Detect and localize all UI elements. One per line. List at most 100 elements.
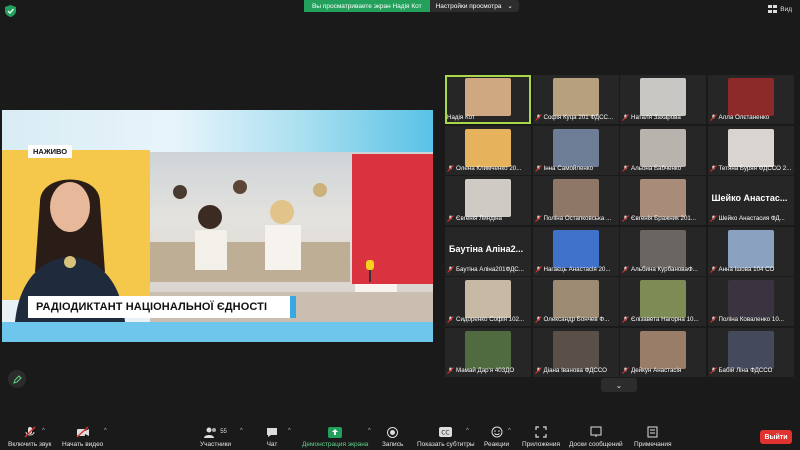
whiteboards-label: Доски сообщений xyxy=(569,441,623,448)
video-options-caret[interactable]: ^ xyxy=(104,428,107,434)
participant-tile[interactable]: Поліна Остапковська ... xyxy=(532,176,619,225)
share-screen-icon xyxy=(328,426,343,438)
share-screen-label: Демонстрация экрана xyxy=(302,441,369,448)
shield-icon[interactable] xyxy=(5,5,16,17)
muted-mic-icon xyxy=(622,164,629,172)
participant-tile[interactable]: Олена Климченко 20... xyxy=(445,125,531,175)
participant-tile[interactable]: Анна Ішова 104 СО xyxy=(707,226,794,276)
view-button[interactable]: Вид xyxy=(768,5,792,13)
share-screen-button[interactable]: Демонстрация экрана xyxy=(302,426,368,448)
participants-icon xyxy=(204,427,217,438)
participant-name: Наталя Захарова xyxy=(631,114,681,121)
chat-button[interactable]: Чат xyxy=(266,426,278,448)
participant-tile[interactable]: Дейкун Анастасія xyxy=(620,327,706,377)
participant-tile[interactable]: Поліна Коваленко 10... xyxy=(707,277,794,326)
apps-button[interactable]: Приложения xyxy=(522,426,560,448)
participant-name-label: Дейкун Анастасія xyxy=(622,366,681,375)
notes-button[interactable]: Примечания xyxy=(634,426,672,448)
participant-video xyxy=(727,280,774,318)
participant-name: Альона Бабченко xyxy=(631,164,682,172)
broadcast-title-bar: РАДІОДИКТАНТ НАЦІОНАЛЬНОЇ ЄДНОСТІ xyxy=(28,296,296,318)
view-label: Вид xyxy=(780,5,792,13)
participant-tile[interactable]: Софія Куца 201 ФДСС... xyxy=(532,75,619,124)
start-video-button[interactable]: Начать видео xyxy=(62,426,103,448)
participant-tile[interactable]: Діана Іванова ФДССО xyxy=(532,327,619,377)
participant-video xyxy=(640,78,686,116)
muted-mic-icon xyxy=(709,215,717,222)
annotate-button[interactable] xyxy=(8,370,26,388)
participants-label: Участники xyxy=(200,441,232,448)
participant-tile[interactable]: Бабій Ліна ФДССО xyxy=(707,327,794,377)
participant-tile[interactable]: Інна Самойленко xyxy=(532,125,619,175)
share-options-caret[interactable]: ^ xyxy=(368,428,371,434)
participant-tile[interactable]: Сидоренко Софія 102... xyxy=(445,277,531,326)
svg-text:CC: CC xyxy=(441,430,449,437)
participant-tile[interactable]: Наталя Захарова xyxy=(620,75,706,124)
unmute-label: Включить звук xyxy=(8,441,52,448)
participant-name: Поліна Остапковська ... xyxy=(543,215,612,222)
participant-name-label: Поліна Коваленко 10... xyxy=(709,315,784,324)
participant-name: Єлізавета Нагорна 10... xyxy=(631,316,699,323)
muted-mic-icon xyxy=(709,164,717,172)
participant-tile[interactable]: Мамай Дар'я 403ДО xyxy=(445,327,531,377)
participant-tile[interactable]: Нагаєць Анастасія 20... xyxy=(532,226,619,276)
participant-video xyxy=(727,330,774,369)
participant-tile[interactable]: Альона Бабченко xyxy=(620,125,706,175)
reactions-icon xyxy=(491,426,503,438)
record-label: Запись xyxy=(382,441,404,448)
shared-screen-footer xyxy=(2,322,433,342)
participant-name-label: Шейко Анастасия ФД... xyxy=(709,214,785,223)
participant-tile[interactable]: Шейко Анастас... Шейко Анастасия ФД... xyxy=(707,176,794,225)
view-options-label: Настройки просмотра xyxy=(435,2,502,10)
participant-name: Надія Кот xyxy=(447,114,475,121)
chat-options-caret[interactable]: ^ xyxy=(288,428,291,434)
participant-name-label: Олександр Бончев Ф... xyxy=(534,315,609,324)
participant-video xyxy=(727,229,774,268)
muted-mic-icon xyxy=(534,114,542,121)
participant-tile[interactable]: Надія Кот xyxy=(445,75,531,124)
muted-mic-icon xyxy=(534,164,542,172)
participant-tile[interactable]: Баутіна Аліна2... Баутіна Аліна201ФДС... xyxy=(445,226,531,276)
view-options-button[interactable]: Настройки просмотра ⌄ xyxy=(429,0,519,12)
participant-tile[interactable]: Євгенія Бражник 201... xyxy=(620,176,706,225)
participants-button[interactable]: 55 Участники xyxy=(200,426,231,448)
muted-mic-icon xyxy=(447,316,454,323)
participants-options-caret[interactable]: ^ xyxy=(240,428,243,434)
participant-display-name: Баутіна Аліна2... xyxy=(449,243,524,254)
participant-name-label: Мамай Дар'я 403ДО xyxy=(447,366,514,375)
leave-meeting-button[interactable]: Выйти xyxy=(760,430,792,444)
reactions-options-caret[interactable]: ^ xyxy=(508,428,511,434)
chevron-down-icon: ⌄ xyxy=(615,380,623,390)
participant-name: Дейкун Анастасія xyxy=(631,366,682,374)
participant-tile[interactable]: Алла Олєтаненко xyxy=(707,75,794,124)
participant-tile[interactable]: Єлізавета Нагорна 10... xyxy=(620,277,706,326)
muted-mic-icon xyxy=(534,265,542,273)
participant-name-label: Єлізавета Нагорна 10... xyxy=(622,315,699,324)
muted-mic-icon xyxy=(622,366,629,374)
microphone-icon xyxy=(366,260,374,282)
participant-name-label: Алла Олєтаненко xyxy=(709,113,769,122)
reactions-button[interactable]: Реакции xyxy=(484,426,509,448)
participant-tile[interactable]: Олександр Бончев Ф... xyxy=(532,277,619,326)
muted-mic-icon xyxy=(534,215,542,222)
participant-tile[interactable]: Євгенія Линдіна xyxy=(445,176,531,225)
notes-label: Примечания xyxy=(634,441,672,448)
muted-mic-icon xyxy=(447,215,454,222)
participant-tile[interactable]: Альбина КурбановаФ... xyxy=(620,226,706,276)
participant-tile[interactable]: Тетяна Буряя ФДССО 2... xyxy=(707,125,794,175)
participant-name: Євгенія Бражник 201... xyxy=(631,215,697,222)
whiteboards-button[interactable]: Доски сообщений xyxy=(569,426,623,448)
participant-gallery: Надія Кот Софія Куца 201 ФДСС... Наталя За… xyxy=(445,75,794,377)
participant-name: Поліна Коваленко 10... xyxy=(718,316,784,323)
participant-video xyxy=(552,330,599,369)
participant-video xyxy=(465,330,511,369)
audio-options-caret[interactable]: ^ xyxy=(42,428,45,434)
record-button[interactable]: Запись xyxy=(382,426,403,448)
participant-name: Шейко Анастасия ФД... xyxy=(718,215,785,222)
closed-captions-icon: CC xyxy=(439,427,453,437)
captions-options-caret[interactable]: ^ xyxy=(466,428,469,434)
participant-video xyxy=(640,179,686,217)
gallery-next-page-button[interactable]: ⌄ xyxy=(601,378,637,392)
participant-name: Інна Самойленко xyxy=(543,164,594,172)
reactions-label: Реакции xyxy=(484,441,510,448)
